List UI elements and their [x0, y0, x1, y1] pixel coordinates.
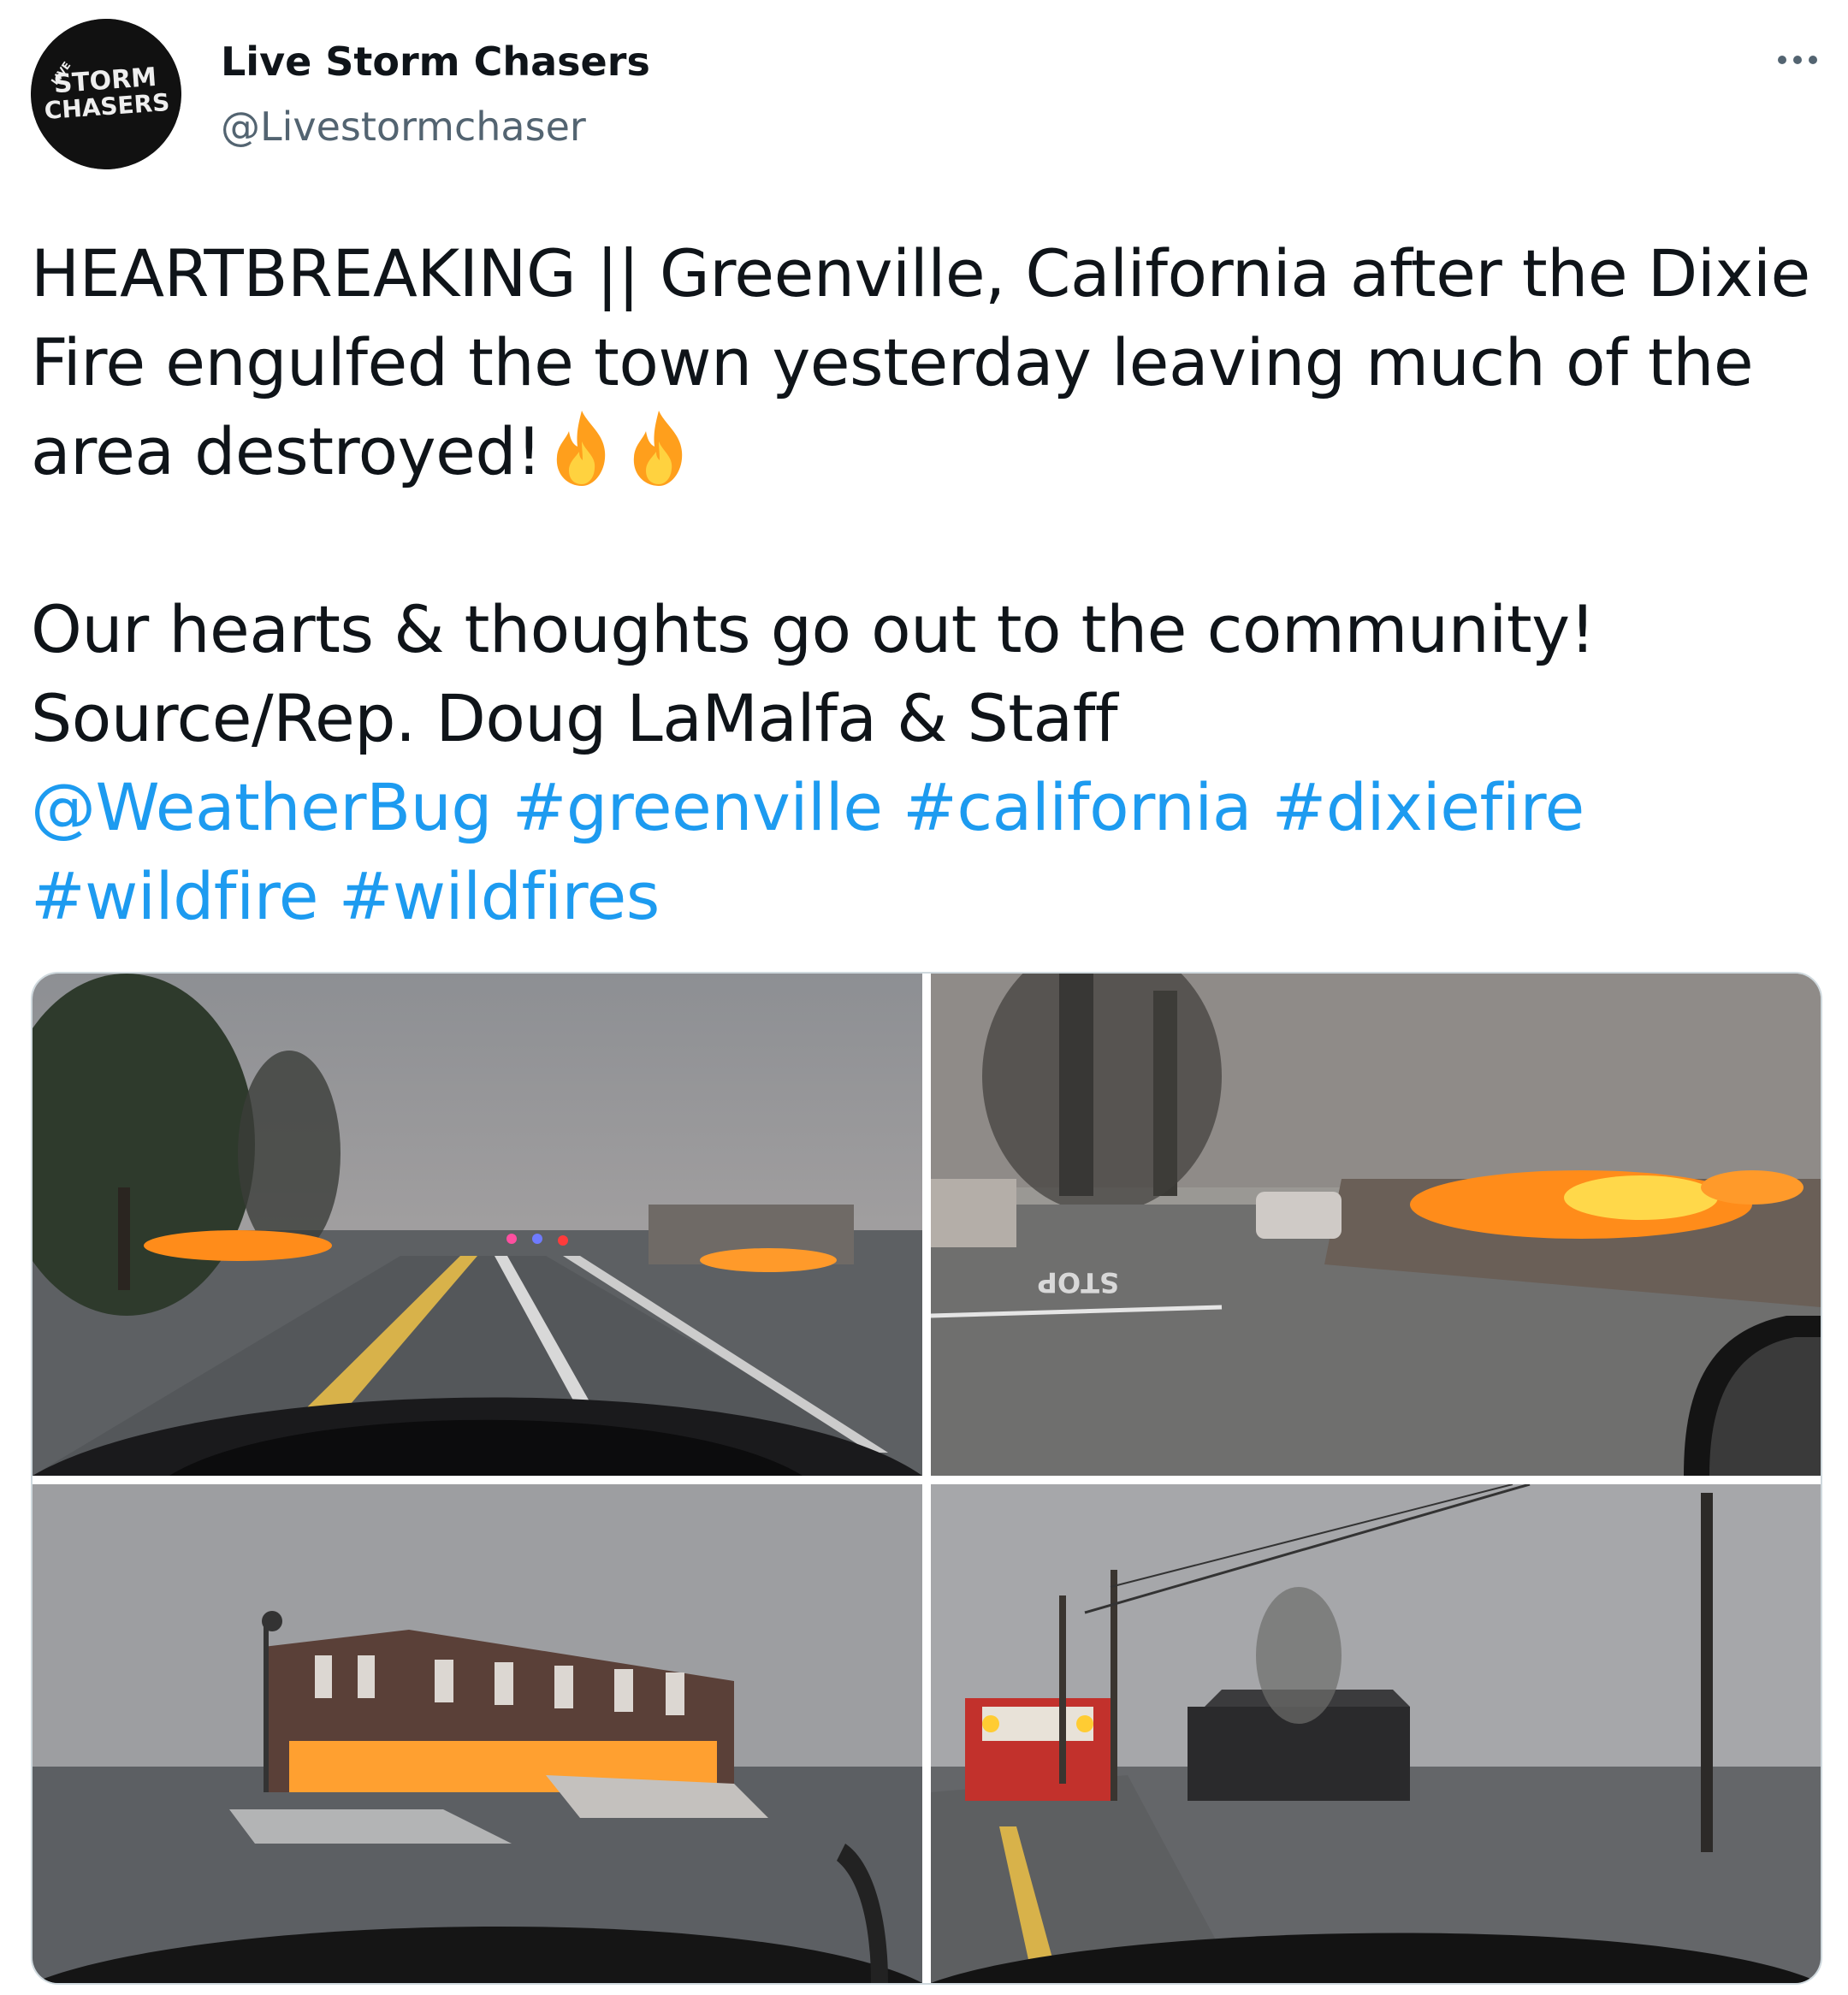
tweet-text: HEARTBREAKING || Greenville, California …: [31, 229, 1819, 941]
hashtag-link[interactable]: #wildfire: [31, 858, 319, 934]
author-handle[interactable]: @Livestormchaser: [221, 101, 586, 152]
photo-2-image: STOP: [931, 974, 1821, 1476]
media-grid: STOP: [31, 972, 1822, 1985]
tweet-line-5: Source/Rep. Doug LaMalfa & Staff: [31, 680, 1118, 756]
photo-1[interactable]: [33, 974, 922, 1476]
tweet-card: STORM CHASERS LIVE Live Storm Chasers @L…: [0, 0, 1848, 1995]
tweet-line-1: HEARTBREAKING || Greenville, California …: [31, 235, 1810, 311]
photo-4-image: [931, 1484, 1821, 1983]
fire-emoji-icon: [633, 411, 683, 486]
more-dots-icon: [1778, 56, 1786, 64]
author-name[interactable]: Live Storm Chasers: [221, 36, 650, 87]
hashtag-link[interactable]: #greenville: [512, 769, 883, 845]
avatar[interactable]: STORM CHASERS LIVE: [31, 19, 181, 169]
more-options-button[interactable]: [1768, 34, 1827, 86]
tweet-line-3: area destroyed!: [31, 407, 1819, 496]
hashtag-link[interactable]: #california: [903, 769, 1252, 845]
photo-3-image: [33, 1484, 922, 1983]
hashtag-link[interactable]: #wildfires: [339, 858, 660, 934]
tweet-line-4: Our hearts & thoughts go out to the comm…: [31, 591, 1596, 667]
photo-1-image: [33, 974, 922, 1476]
mention-link[interactable]: @WeatherBug: [31, 769, 493, 845]
tweet-links-line-1: @WeatherBug #greenville #california #dix…: [31, 763, 1819, 852]
photo-3[interactable]: [33, 1484, 922, 1983]
avatar-logo: STORM CHASERS LIVE: [31, 19, 181, 169]
hashtag-link[interactable]: #dixiefire: [1272, 769, 1585, 845]
tweet-links-line-2: #wildfire #wildfires: [31, 852, 1819, 941]
fire-emoji-icon: [556, 411, 606, 486]
tweet-line-2: Fire engulfed the town yesterday leaving…: [31, 324, 1754, 400]
stop-road-marking: STOP: [1037, 1266, 1119, 1299]
photo-4[interactable]: [931, 1484, 1821, 1983]
photo-2[interactable]: STOP: [931, 974, 1821, 1476]
